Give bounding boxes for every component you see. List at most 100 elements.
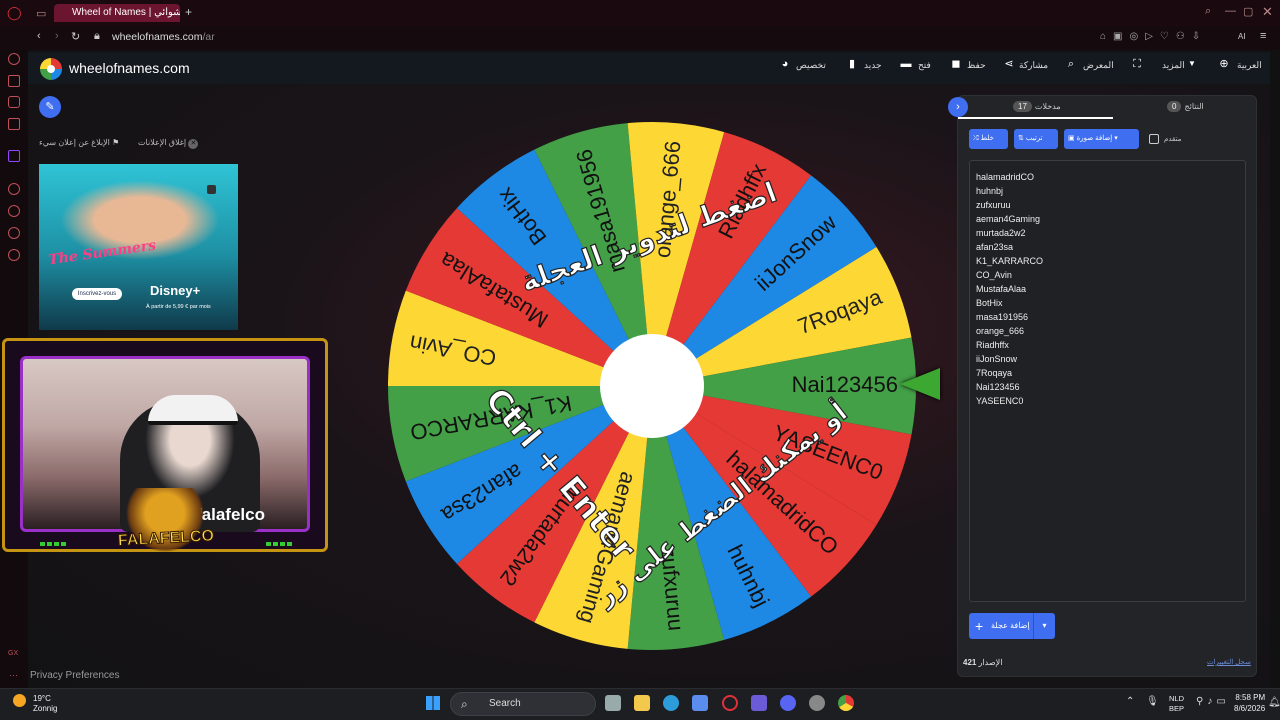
url-field[interactable]: wheelofnames.com/ar	[112, 31, 215, 43]
input-language[interactable]: NLD BEP	[1169, 694, 1184, 714]
weather-condition: Zonnig	[33, 704, 58, 713]
menu-save[interactable]: حفظ	[967, 60, 986, 71]
menu-share[interactable]: مشاركة	[1019, 60, 1048, 71]
ad-fineprint	[42, 320, 234, 326]
new-tab-icon[interactable]: +	[185, 5, 192, 19]
edit-title-button[interactable]: ✎	[39, 96, 61, 118]
changelog-link[interactable]: سجل التغييرات	[1207, 658, 1251, 666]
lang-line-2: BEP	[1169, 704, 1185, 713]
sort-icon: ⇅	[1018, 135, 1024, 142]
sidebar-shop-icon[interactable]	[8, 75, 20, 87]
weather-widget[interactable]: 19°C Zonnig	[33, 694, 57, 714]
fullscreen-icon[interactable]: ⛶	[1131, 58, 1143, 70]
add-wheel-button[interactable]: + إضافة عجلة ▾	[969, 613, 1055, 639]
folder-icon[interactable]: ▬	[900, 58, 912, 70]
wheel-pointer	[900, 368, 940, 400]
discord-icon[interactable]	[780, 695, 796, 711]
lock-icon: 🔒︎	[94, 30, 100, 42]
sidebar-bookmarks-icon[interactable]	[8, 227, 20, 239]
ad-brand: Disney+	[150, 283, 201, 298]
chrome-icon[interactable]	[838, 695, 854, 711]
reload-icon[interactable]: ↻	[71, 30, 80, 43]
edge-icon[interactable]	[663, 695, 679, 711]
menu-open[interactable]: فتح	[918, 60, 931, 71]
wheel-of-names[interactable]: halamadridCOhuhnbjzufxuruuaeman4Gamingmu…	[387, 121, 917, 651]
wheel-center[interactable]	[600, 334, 704, 438]
privacy-preferences-link[interactable]: Privacy Preferences	[30, 670, 119, 681]
new-file-icon[interactable]: ▮	[846, 58, 858, 70]
forward-icon[interactable]: ›	[55, 30, 59, 42]
opera-gx-icon[interactable]	[722, 695, 738, 711]
file-explorer-icon[interactable]	[634, 695, 650, 711]
url-domain: wheelofnames.com	[112, 31, 203, 43]
browser-menu-icon[interactable]: ≡	[1260, 30, 1266, 42]
menu-language[interactable]: العربية	[1237, 60, 1262, 71]
sidebar-player-icon[interactable]	[8, 183, 20, 195]
chevron-down-icon: ▾	[1114, 135, 1118, 142]
ai-icon[interactable]: AI	[1238, 32, 1246, 41]
wheel-segment-label: Nai123456	[792, 372, 898, 397]
share-icon[interactable]: ⋖	[1003, 58, 1015, 70]
store-icon[interactable]	[692, 695, 708, 711]
collapse-panel-button[interactable]: ›	[948, 97, 968, 117]
app-icon[interactable]	[751, 695, 767, 711]
save-icon[interactable]: ◼	[950, 58, 962, 70]
notification-bell-icon[interactable]: 🔔︎	[1268, 697, 1280, 708]
palette-icon[interactable]: ◕	[779, 58, 791, 70]
menu-more[interactable]: المزيد	[1162, 60, 1185, 71]
wheel-logo-icon[interactable]	[40, 58, 62, 80]
browser-tab[interactable]: Wheel of Names | العشوائي	[54, 4, 180, 22]
opera-logo-icon[interactable]: ◯	[7, 5, 22, 21]
maximize-icon[interactable]: ▢	[1243, 5, 1253, 18]
sidebar-messenger-icon[interactable]	[8, 118, 20, 130]
globe-icon[interactable]: ⊕	[1218, 58, 1230, 70]
menu-new[interactable]: جديد	[864, 60, 882, 71]
toolbar-extension-icons[interactable]: ⌂▣◎▷♡⚇⇩	[1100, 31, 1207, 42]
sidebar-history-icon[interactable]	[8, 205, 20, 217]
sidebar-gx-icon[interactable]: GX	[8, 650, 18, 657]
ad-price: À partir de 5,99 € par mois	[146, 304, 211, 310]
tray-network-sound-battery-icons[interactable]: ⚲♪▭	[1196, 696, 1230, 707]
back-icon[interactable]: ‹	[37, 30, 41, 42]
windows-start-icon[interactable]	[426, 696, 440, 710]
advanced-checkbox[interactable]	[1149, 134, 1159, 144]
add-image-button[interactable]: ▣ إضافة صورة ▾	[1064, 129, 1139, 149]
report-ad-link[interactable]: الإبلاغ عن إعلان سيء ⚑	[39, 138, 119, 147]
url-path: /ar	[202, 31, 215, 43]
add-image-label: إضافة صورة	[1076, 135, 1113, 142]
sidebar-settings-icon[interactable]	[8, 249, 20, 261]
close-window-icon[interactable]: ✕	[1262, 4, 1273, 20]
tab-manager-icon[interactable]: ▭	[36, 7, 46, 20]
entry-line: YASEENC0	[976, 396, 1024, 406]
minimize-icon[interactable]: —	[1225, 5, 1236, 17]
chevron-down-icon[interactable]: ▼	[1186, 58, 1198, 70]
microphone-icon[interactable]: 🎙︎	[1146, 696, 1159, 707]
sort-button[interactable]: ⇅ ترتيب	[1014, 129, 1058, 149]
weather-sun-icon[interactable]	[13, 694, 26, 707]
tab-results[interactable]: 0 النتائج	[1167, 101, 1204, 112]
version-number: 421	[963, 658, 977, 667]
add-wheel-chevron-icon[interactable]: ▾	[1033, 613, 1055, 639]
taskbar-search[interactable]: ⌕ Search	[450, 692, 596, 716]
steam-icon[interactable]	[809, 695, 825, 711]
tab-entries[interactable]: 17 مدخلات	[1013, 101, 1061, 112]
task-view-icon[interactable]	[605, 695, 621, 711]
menu-gallery[interactable]: المعرض	[1083, 60, 1114, 71]
search-icon[interactable]: ⌕	[1065, 58, 1077, 70]
clock[interactable]: 8:58 PM 8/6/2026	[1234, 692, 1265, 714]
sidebar-twitch-icon[interactable]	[8, 150, 20, 162]
sidebar-instagram-icon[interactable]	[8, 96, 20, 108]
shuffle-button[interactable]: ⤮ خلط	[969, 129, 1008, 149]
sidebar-more-icon[interactable]: ···	[9, 670, 18, 680]
sidebar-aria-icon[interactable]	[8, 53, 20, 65]
temperature: 19°C	[33, 694, 51, 703]
search-icon: ⌕	[461, 697, 468, 711]
tray-chevron-icon[interactable]: ⌃	[1126, 696, 1134, 707]
ad-cta-button[interactable]: Inscrivez-vous	[72, 288, 122, 300]
search-tabs-icon[interactable]: ⌕	[1205, 5, 1211, 18]
results-count-badge: 0	[1167, 101, 1182, 112]
menu-customize[interactable]: تخصيص	[796, 60, 826, 71]
entries-textarea[interactable]: halamadridCO huhnbj zufxuruu aeman4Gaming mu…	[969, 160, 1246, 602]
site-brand[interactable]: wheelofnames.com	[69, 60, 190, 76]
close-ads-link[interactable]: إغلاق الإعلانات ✕	[138, 138, 199, 149]
